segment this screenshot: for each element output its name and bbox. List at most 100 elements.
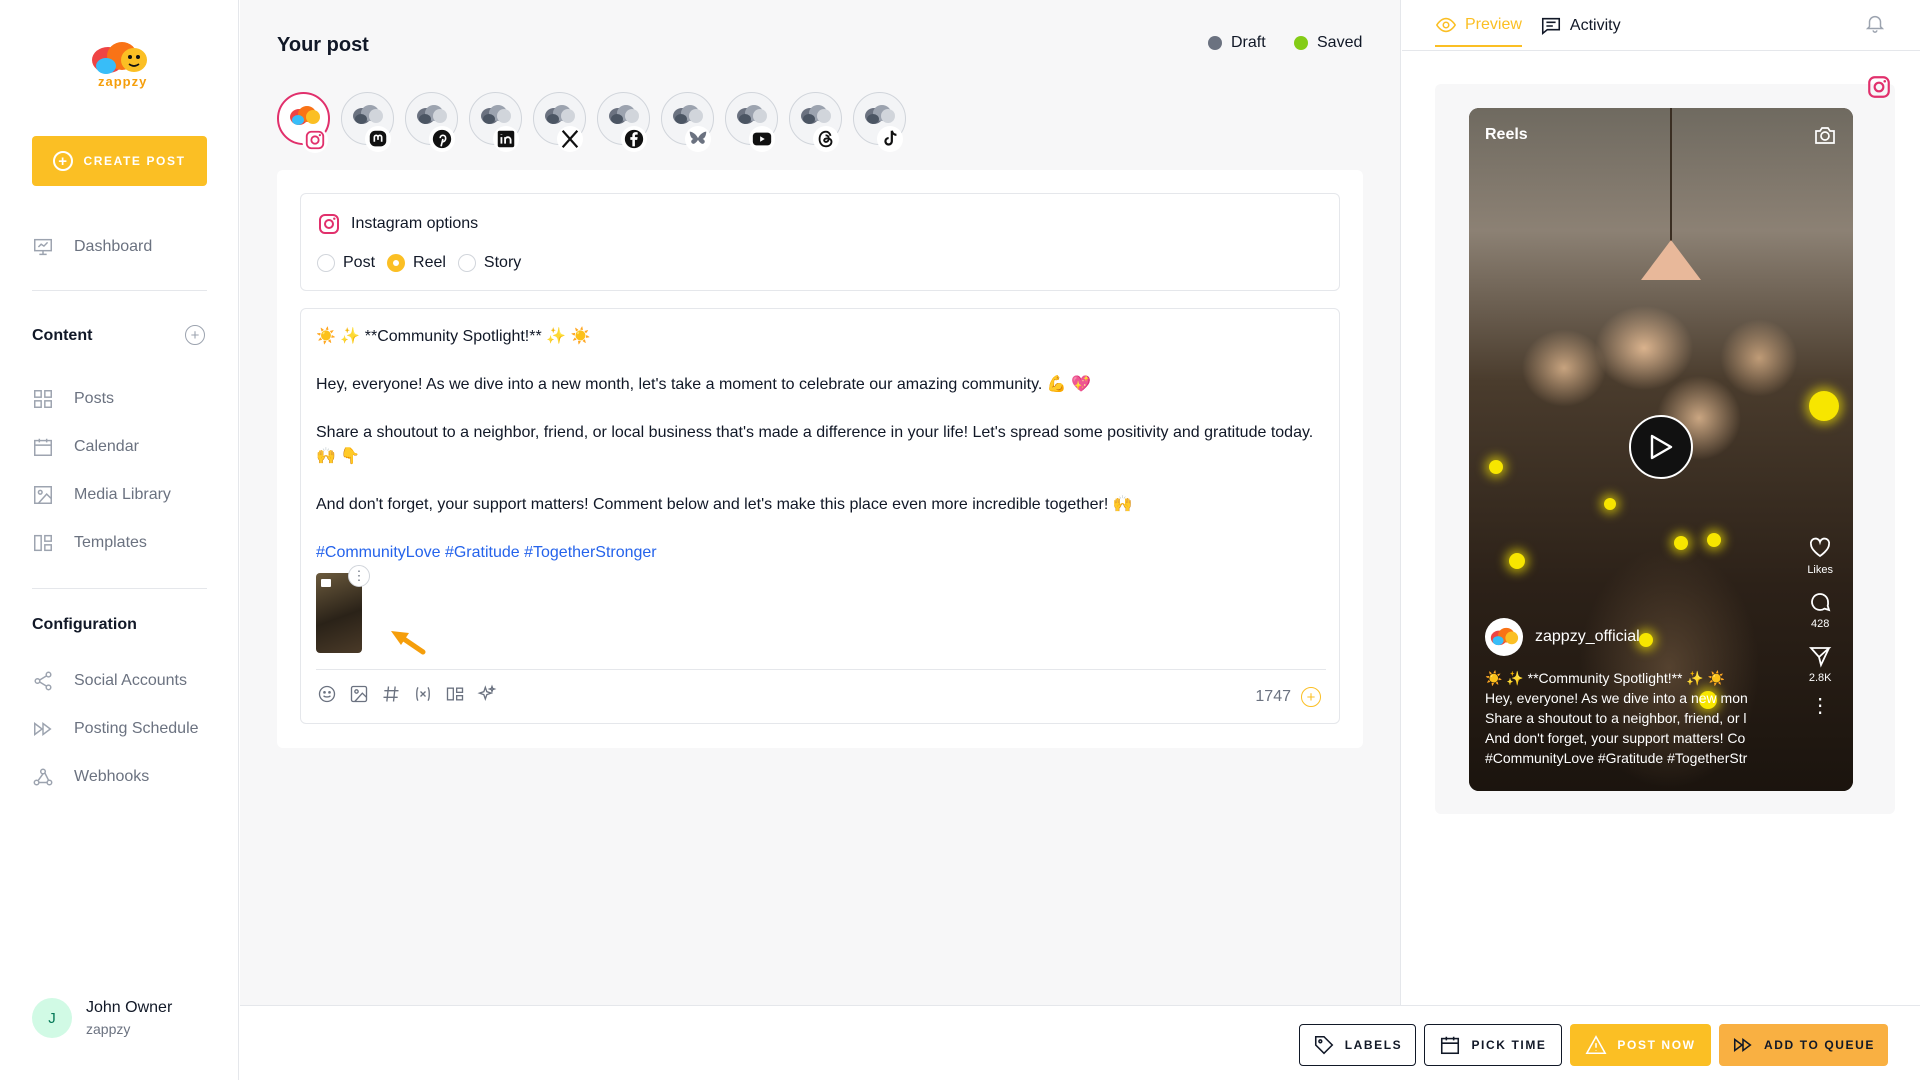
avatar: J (32, 998, 72, 1038)
user-org: zappzy (86, 1021, 131, 1037)
light-bokeh (1604, 498, 1616, 510)
plus-circle-icon: + (53, 151, 74, 171)
radio-reel[interactable]: Reel (387, 254, 446, 272)
sidebar: zappzy + CREATE POST Dashboard Content +… (0, 0, 239, 1080)
camera-icon[interactable] (1813, 124, 1837, 146)
play-button[interactable] (1629, 415, 1693, 479)
post-type-radio-group: Post Reel Story (317, 254, 521, 272)
lamp-cord (1670, 108, 1672, 242)
linkedin-icon (493, 126, 519, 152)
tab-activity[interactable]: Activity (1540, 14, 1621, 47)
more-options-icon[interactable]: ⋮ (1810, 696, 1830, 716)
emoji-icon[interactable] (316, 683, 338, 705)
image-icon[interactable] (348, 683, 370, 705)
user-profile[interactable]: J John Owner zappzy (32, 998, 172, 1038)
account-linkedin[interactable] (469, 92, 522, 152)
radio-circle (387, 254, 406, 272)
reel-profile[interactable]: zappzy_official (1485, 618, 1640, 656)
sidebar-divider (32, 588, 207, 589)
light-bokeh (1509, 553, 1525, 569)
zappzy-avatar-icon (673, 105, 703, 124)
account-instagram[interactable] (277, 92, 330, 153)
heart-icon (1810, 537, 1831, 558)
zappzy-avatar-icon (801, 105, 831, 124)
labels-button[interactable]: LABELS (1299, 1024, 1416, 1066)
user-name: John Owner (86, 999, 173, 1016)
sidebar-item-media-library[interactable]: Media Library (32, 484, 171, 506)
tab-label: Preview (1465, 16, 1522, 33)
post-text[interactable]: ☀️ ✨ **Community Spotlight!** ✨ ☀️ Hey, … (316, 325, 1316, 589)
tab-preview[interactable]: Preview (1435, 14, 1522, 47)
action-bar: LABELS PICK TIME POST NOW ADD TO QUEUE (240, 1005, 1920, 1080)
sidebar-item-calendar[interactable]: Calendar (32, 436, 139, 458)
zappzy-avatar-icon (353, 105, 383, 124)
comment-action[interactable]: 428 (1808, 590, 1832, 630)
sidebar-item-social-accounts[interactable]: Social Accounts (32, 670, 187, 692)
radio-story[interactable]: Story (457, 254, 522, 272)
caption-line: And don't forget, your support matters! … (1485, 730, 1746, 746)
tabs-divider (1402, 50, 1920, 51)
template-icon[interactable] (444, 683, 466, 705)
zappzy-avatar-icon (290, 106, 320, 125)
media-options-icon[interactable]: ⋮ (348, 565, 370, 587)
warning-icon (1585, 1035, 1607, 1055)
radio-label: Story (483, 254, 522, 271)
radio-post[interactable]: Post (317, 254, 375, 272)
account-x[interactable] (533, 92, 586, 152)
editor-toolbar (316, 683, 498, 705)
sidebar-item-dashboard[interactable]: Dashboard (32, 236, 152, 258)
status-label: Saved (1317, 34, 1363, 51)
account-facebook[interactable] (597, 92, 650, 152)
bell-icon[interactable] (1864, 12, 1886, 34)
like-action[interactable]: Likes (1807, 536, 1833, 576)
account-threads[interactable] (789, 92, 842, 152)
shares-count: 2.8K (1808, 672, 1832, 684)
account-mastodon[interactable] (341, 92, 394, 152)
comments-count: 428 (1810, 618, 1830, 630)
ai-sparkle-icon[interactable] (476, 683, 498, 705)
webhook-icon (33, 768, 53, 786)
sidebar-item-label: Dashboard (74, 238, 153, 255)
variable-icon[interactable] (412, 683, 434, 705)
light-bokeh (1809, 391, 1839, 421)
share-icon (34, 671, 52, 691)
pick-time-button[interactable]: PICK TIME (1424, 1024, 1562, 1066)
post-editor-panel: Your post Draft Saved Instagram options … (240, 0, 1401, 1005)
post-card: Instagram options Post Reel Story ☀️ ✨ *… (277, 170, 1363, 748)
radio-label: Post (343, 254, 376, 271)
labels-label: LABELS (1344, 1038, 1403, 1052)
sidebar-item-posts[interactable]: Posts (32, 388, 114, 410)
reel-preview: Reels Likes 428 2.8K ⋮ zappzy_official ☀… (1469, 108, 1853, 791)
light-bokeh (1707, 533, 1721, 547)
sidebar-item-posting-schedule[interactable]: Posting Schedule (32, 718, 199, 740)
pinterest-icon (429, 126, 455, 152)
pick-time-label: PICK TIME (1471, 1038, 1547, 1052)
post-now-button[interactable]: POST NOW (1570, 1024, 1711, 1066)
instagram-options-title: Instagram options (351, 215, 479, 232)
add-content-icon[interactable]: + (185, 325, 205, 345)
toolbar-divider (316, 669, 1326, 670)
threads-icon (813, 126, 839, 152)
account-selector (277, 92, 906, 153)
sidebar-item-label: Posts (74, 390, 115, 407)
post-hashtags: #CommunityLove #Gratitude #TogetherStron… (316, 544, 657, 561)
account-youtube[interactable] (725, 92, 778, 152)
calendar-icon (34, 438, 52, 456)
character-counter: 1747 + (1255, 687, 1321, 707)
caption-line: Share a shoutout to a neighbor, friend, … (1485, 710, 1747, 726)
caption-line: ☀️ ✨ **Community Spotlight!** ✨ ☀️ (1485, 670, 1726, 686)
sidebar-item-webhooks[interactable]: Webhooks (32, 766, 149, 788)
add-to-queue-button[interactable]: ADD TO QUEUE (1719, 1024, 1888, 1066)
account-pinterest[interactable] (405, 92, 458, 152)
sidebar-item-templates[interactable]: Templates (32, 532, 147, 554)
create-post-button[interactable]: + CREATE POST (32, 136, 207, 186)
post-now-label: POST NOW (1617, 1038, 1696, 1052)
share-action[interactable]: 2.8K (1808, 644, 1832, 684)
account-bluesky[interactable] (661, 92, 714, 152)
hashtag-icon[interactable] (380, 683, 402, 705)
post-text-line: Hey, everyone! As we dive into a new mon… (316, 376, 1092, 393)
account-tiktok[interactable] (853, 92, 906, 152)
content-section-title: Content (32, 327, 93, 344)
post-text-editor[interactable]: ☀️ ✨ **Community Spotlight!** ✨ ☀️ Hey, … (300, 308, 1340, 724)
add-variant-icon[interactable]: + (1301, 687, 1321, 707)
